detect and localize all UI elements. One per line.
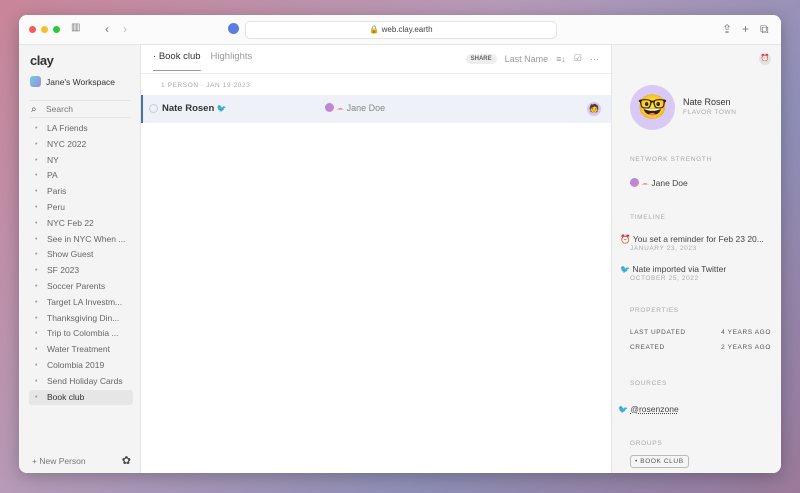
url-text: web.clay.earth bbox=[381, 25, 433, 34]
alarm-icon: ⏰ bbox=[620, 234, 631, 244]
network-person: ·━· Jane Doe bbox=[630, 178, 688, 188]
share-icon[interactable]: ⇪ bbox=[722, 22, 732, 36]
sidebar-item[interactable]: SF 2023 bbox=[29, 263, 133, 279]
property-key: CREATED bbox=[630, 344, 665, 351]
address-bar[interactable]: 🔒 web.clay.earth bbox=[245, 21, 557, 39]
timeline-label: TIMELINE bbox=[630, 214, 666, 221]
properties-label: PROPERTIES bbox=[630, 307, 679, 314]
back-icon[interactable]: ‹ bbox=[105, 22, 109, 36]
sidebar-item[interactable]: Paris bbox=[29, 184, 133, 200]
tab-highlights[interactable]: Highlights bbox=[211, 51, 253, 71]
sort-dropdown[interactable]: Last Name bbox=[505, 54, 549, 64]
sidebar-toggle-icon[interactable]: ▥ bbox=[71, 22, 80, 33]
flag-icon: ·━· bbox=[336, 107, 345, 113]
new-tab-icon[interactable]: + bbox=[742, 22, 749, 36]
network-strength-label: NETWORK STRENGTH bbox=[630, 156, 712, 163]
sidebar-item[interactable]: NYC Feb 22 bbox=[29, 216, 133, 232]
flag-icon: ·━· bbox=[641, 182, 649, 188]
sidebar-item[interactable]: Soccer Parents bbox=[29, 279, 133, 295]
property-value: 2 YEARS AGO bbox=[721, 344, 771, 351]
table-row[interactable]: Nate Rosen 🐦 ·━· Jane Doe 🧑 bbox=[141, 95, 611, 123]
sidebar-item[interactable]: NY bbox=[29, 153, 133, 169]
source-link[interactable]: 🐦 @rosenzone bbox=[618, 404, 679, 414]
search-placeholder: Search bbox=[46, 104, 73, 114]
search-input[interactable]: ⌕ Search bbox=[29, 100, 131, 118]
timeline-date: JANUARY 23, 2023 bbox=[630, 245, 697, 252]
sort-icon[interactable]: ≡↓ bbox=[556, 54, 566, 64]
detail-panel: ⏰ 🤓 Nate Rosen FLAVOR TOWN NETWORK STREN… bbox=[611, 45, 781, 473]
group-list: LA FriendsNYC 2022NYPAParisPeruNYC Feb 2… bbox=[29, 121, 133, 406]
sidebar-item[interactable]: Trip to Colombia ... bbox=[29, 326, 133, 342]
property-value: 4 YEARS AGO bbox=[721, 329, 771, 336]
sidebar-item[interactable]: See in NYC When ... bbox=[29, 232, 133, 248]
sidebar-item[interactable]: Book club bbox=[29, 389, 133, 406]
timeline-item[interactable]: ⏰ You set a reminder for Feb 23 20... bbox=[620, 234, 764, 245]
browser-toolbar: ▥ ‹ › 🔒 web.clay.earth ⇪ + ⧉ bbox=[19, 15, 781, 45]
sidebar-item[interactable]: LA Friends bbox=[29, 121, 133, 137]
sidebar-item[interactable]: Show Guest bbox=[29, 247, 133, 263]
strength-icon bbox=[630, 178, 639, 187]
avatar: 🧑 bbox=[587, 102, 601, 116]
group-name: BOOK CLUB bbox=[640, 458, 684, 465]
timeline-text: Nate imported via Twitter bbox=[632, 264, 727, 274]
workspace-icon bbox=[30, 76, 41, 87]
new-person-label: New Person bbox=[39, 456, 86, 466]
main-panel: · Book club Highlights SHARE Last Name ≡… bbox=[141, 45, 611, 473]
strength-icon bbox=[325, 103, 334, 112]
browser-window: ▥ ‹ › 🔒 web.clay.earth ⇪ + ⧉ clay Jane's… bbox=[19, 15, 781, 473]
sidebar-item[interactable]: Thanksgiving Din... bbox=[29, 311, 133, 327]
property-key: LAST UPDATED bbox=[630, 329, 686, 336]
divider bbox=[141, 73, 611, 74]
share-button[interactable]: SHARE bbox=[465, 53, 497, 64]
maximize-window-button[interactable] bbox=[53, 26, 60, 33]
tab-label: Book club bbox=[158, 51, 201, 62]
sidebar-item[interactable]: Send Holiday Cards bbox=[29, 374, 133, 390]
sidebar-item[interactable]: Colombia 2019 bbox=[29, 358, 133, 374]
sidebar-item[interactable]: PA bbox=[29, 168, 133, 184]
sidebar-item[interactable]: Peru bbox=[29, 200, 133, 216]
timeline-text: You set a reminder for Feb 23 20... bbox=[632, 234, 764, 244]
source-handle: @rosenzone bbox=[630, 404, 679, 414]
reminder-icon[interactable]: ⏰ bbox=[759, 53, 771, 65]
row-checkbox[interactable] bbox=[149, 104, 158, 113]
close-window-button[interactable] bbox=[29, 26, 36, 33]
tabs-overview-icon[interactable]: ⧉ bbox=[760, 22, 769, 37]
select-icon[interactable]: ☑ bbox=[574, 53, 582, 64]
twitter-icon: 🐦 bbox=[620, 265, 630, 274]
new-person-button[interactable]: + New Person bbox=[32, 456, 86, 466]
settings-icon[interactable]: ✿ bbox=[122, 454, 131, 467]
workspace-switcher[interactable]: Jane's Workspace bbox=[30, 76, 115, 87]
group-badge[interactable]: • BOOK CLUB bbox=[630, 455, 689, 468]
password-extension-icon[interactable] bbox=[228, 23, 239, 34]
sidebar: clay Jane's Workspace ⌕ Search LA Friends… bbox=[19, 45, 141, 473]
list-meta: 1 PERSON · JAN 19 2023 bbox=[161, 82, 251, 89]
search-icon: ⌕ bbox=[31, 104, 37, 115]
more-icon[interactable]: ··· bbox=[590, 54, 599, 64]
profile-name: Nate Rosen bbox=[683, 97, 731, 107]
sources-label: SOURCES bbox=[630, 380, 668, 387]
forward-icon[interactable]: › bbox=[123, 22, 127, 36]
twitter-icon: 🐦 bbox=[216, 104, 227, 113]
timeline-date: OCTOBER 25, 2022 bbox=[630, 275, 699, 282]
groups-label: GROUPS bbox=[630, 440, 663, 447]
timeline-item[interactable]: 🐦 Nate imported via Twitter bbox=[620, 264, 726, 274]
sidebar-item[interactable]: NYC 2022 bbox=[29, 137, 133, 153]
minimize-window-button[interactable] bbox=[41, 26, 48, 33]
tab-book-club[interactable]: · Book club bbox=[153, 51, 201, 71]
workspace-name: Jane's Workspace bbox=[46, 76, 116, 87]
profile-location: FLAVOR TOWN bbox=[683, 109, 737, 116]
person-name: Nate Rosen bbox=[162, 103, 215, 114]
profile-avatar: 🤓 bbox=[630, 85, 675, 130]
clay-logo: clay bbox=[30, 53, 54, 68]
sidebar-item[interactable]: Target LA Investm... bbox=[29, 295, 133, 311]
twitter-icon: 🐦 bbox=[618, 405, 628, 414]
network-person-name: Jane Doe bbox=[651, 178, 688, 188]
sidebar-item[interactable]: Water Treatment bbox=[29, 342, 133, 358]
connection: ·━· Jane Doe bbox=[325, 103, 385, 113]
connection-name: Jane Doe bbox=[346, 103, 386, 113]
